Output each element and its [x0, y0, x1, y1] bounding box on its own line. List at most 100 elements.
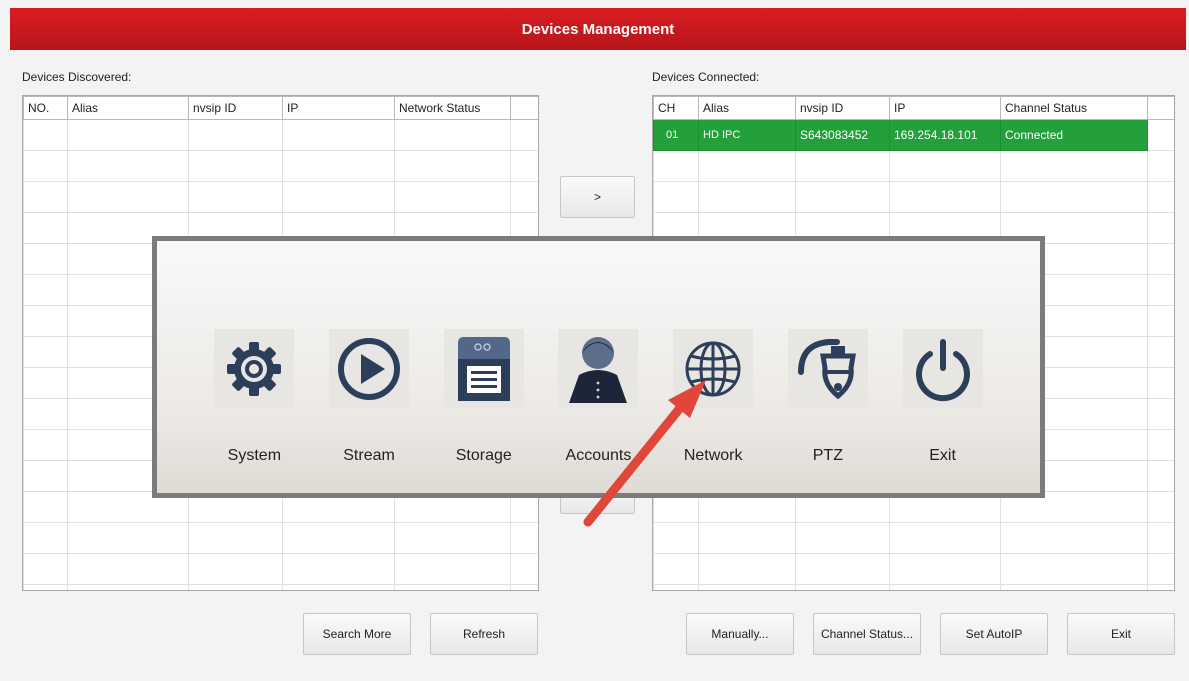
menu-item-stream[interactable]: Stream — [319, 241, 419, 493]
table-row[interactable] — [23, 119, 538, 151]
column-header-nvsip-id[interactable]: nvsip ID — [795, 96, 890, 120]
cell-ch: 01 — [653, 119, 699, 151]
table-cell — [653, 150, 699, 182]
table-cell — [1147, 429, 1174, 461]
table-cell — [1147, 553, 1174, 585]
table-cell — [23, 367, 68, 399]
main-menu-panel: System Stream Storage Accounts Network P… — [152, 236, 1045, 498]
table-cell — [67, 119, 189, 151]
table-row[interactable] — [653, 522, 1174, 554]
table-cell — [23, 243, 68, 275]
table-cell — [510, 522, 538, 554]
menu-item-accounts[interactable]: Accounts — [548, 241, 648, 493]
column-header-ip[interactable]: IP — [282, 96, 395, 120]
table-cell — [282, 584, 395, 590]
table-cell — [23, 305, 68, 337]
menu-item-ptz[interactable]: PTZ — [778, 241, 878, 493]
table-cell — [23, 491, 68, 523]
menu-label-exit: Exit — [929, 447, 956, 464]
table-cell — [23, 336, 68, 368]
table-row[interactable] — [653, 150, 1174, 182]
manually-button[interactable]: Manually... — [686, 613, 794, 655]
table-cell — [1147, 181, 1174, 213]
table-cell — [1147, 150, 1174, 182]
table-cell — [67, 584, 189, 590]
column-header-network-status[interactable]: Network Status — [394, 96, 511, 120]
column-header-no[interactable]: NO. — [23, 96, 68, 120]
table-row[interactable] — [23, 181, 538, 213]
table-cell — [1147, 367, 1174, 399]
table-row[interactable] — [653, 553, 1174, 585]
column-header-alias[interactable]: Alias — [67, 96, 189, 120]
table-cell — [23, 274, 68, 306]
table-cell — [394, 181, 511, 213]
table-row[interactable] — [23, 584, 538, 590]
table-cell — [188, 119, 283, 151]
table-row[interactable] — [653, 584, 1174, 590]
cell-alias: HD IPC — [698, 119, 796, 151]
sd-card-icon — [443, 329, 524, 409]
table-cell — [282, 181, 395, 213]
set-autoip-button[interactable]: Set AutoIP — [940, 613, 1048, 655]
cell-ip: 169.254.18.101 — [889, 119, 1001, 151]
refresh-button[interactable]: Refresh — [430, 613, 538, 655]
table-cell — [698, 150, 796, 182]
devices-connected-label: Devices Connected: — [652, 70, 760, 84]
table-cell — [653, 553, 699, 585]
table-cell — [67, 522, 189, 554]
table-row[interactable]: 01 HD IPC S643083452 169.254.18.101 Conn… — [653, 119, 1174, 151]
table-cell — [510, 150, 538, 182]
power-icon — [902, 329, 983, 409]
table-cell — [188, 181, 283, 213]
table-cell — [1147, 584, 1174, 590]
column-header-ch[interactable]: CH — [653, 96, 699, 120]
table-cell — [23, 150, 68, 182]
column-header-ip[interactable]: IP — [889, 96, 1001, 120]
column-header-blank — [1147, 96, 1174, 120]
table-cell — [1000, 150, 1148, 182]
table-cell — [510, 119, 538, 151]
table-cell — [67, 181, 189, 213]
exit-button[interactable]: Exit — [1067, 613, 1175, 655]
table-cell — [1000, 522, 1148, 554]
cell-status: Connected — [1000, 119, 1148, 151]
table-cell — [282, 522, 395, 554]
table-row[interactable] — [23, 522, 538, 554]
table-row[interactable] — [23, 553, 538, 585]
add-device-button[interactable]: > — [560, 176, 635, 218]
menu-item-exit[interactable]: Exit — [893, 241, 993, 493]
table-cell — [23, 460, 68, 492]
table-cell — [23, 119, 68, 151]
column-header-channel-status[interactable]: Channel Status — [1000, 96, 1148, 120]
table-cell — [282, 119, 395, 151]
table-cell — [653, 584, 699, 590]
devices-discovered-label: Devices Discovered: — [22, 70, 132, 84]
table-cell — [1147, 491, 1174, 523]
table-cell — [188, 522, 283, 554]
table-cell — [889, 181, 1001, 213]
channel-status-button[interactable]: Channel Status... — [813, 613, 921, 655]
menu-label-network: Network — [683, 447, 743, 464]
menu-item-system[interactable]: System — [204, 241, 304, 493]
table-cell — [795, 522, 890, 554]
table-cell — [795, 150, 890, 182]
search-more-button[interactable]: Search More — [303, 613, 411, 655]
table-cell — [23, 584, 68, 590]
table-cell — [698, 522, 796, 554]
table-cell — [1147, 460, 1174, 492]
table-row[interactable] — [653, 181, 1174, 213]
table-row[interactable] — [23, 150, 538, 182]
table-cell — [282, 553, 395, 585]
menu-label-ptz: PTZ — [812, 447, 843, 464]
menu-item-network[interactable]: Network — [663, 241, 763, 493]
column-header-nvsip-id[interactable]: nvsip ID — [188, 96, 283, 120]
table-cell — [23, 553, 68, 585]
menu-item-storage[interactable]: Storage — [434, 241, 534, 493]
table-cell — [23, 181, 68, 213]
ptz-camera-icon — [787, 329, 868, 409]
table-cell — [394, 553, 511, 585]
column-header-alias[interactable]: Alias — [698, 96, 796, 120]
table-cell — [795, 584, 890, 590]
table-cell — [653, 181, 699, 213]
table-cell — [394, 150, 511, 182]
